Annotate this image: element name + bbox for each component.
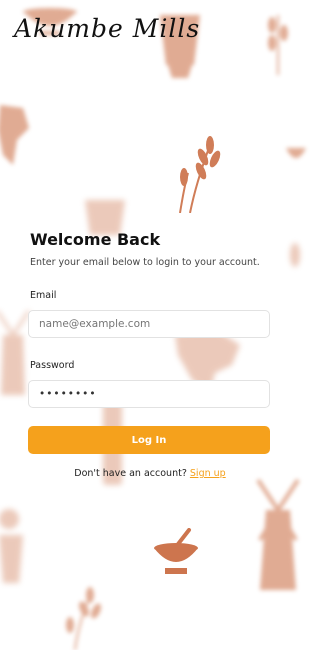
login-button[interactable]: Log In [28,426,270,454]
windmill-icon [0,310,30,395]
brand-logo: Akumbe Mills [14,14,201,43]
windmill-icon [256,478,300,590]
wheat-icon [66,587,101,650]
password-field[interactable] [28,380,270,408]
wheat-icon [179,136,221,213]
login-subtitle: Enter your email below to login to your … [30,257,260,268]
email-label: Email [30,290,57,301]
africa-map-icon [0,105,29,165]
signup-link[interactable]: Sign up [190,468,226,479]
figure-icon [0,509,23,583]
signup-row: Don't have an account? Sign up [0,468,300,479]
drum-icon [85,200,125,235]
wheat-icon [290,243,300,267]
page-title: Welcome Back [30,230,161,249]
bowl-with-spoon-icon [154,528,198,574]
email-field[interactable] [28,310,270,338]
bowl-icon [286,148,306,158]
wheat-icon [268,15,288,75]
signup-prompt: Don't have an account? [74,468,187,479]
password-label: Password [30,360,75,371]
